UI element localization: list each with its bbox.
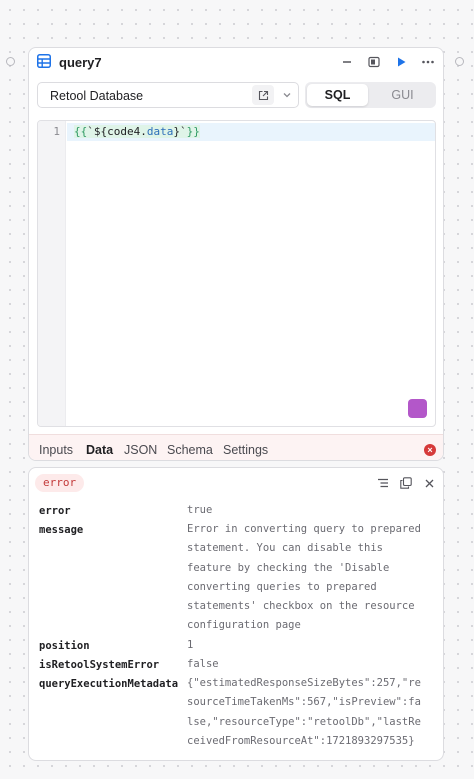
- result-key-position: position: [39, 640, 90, 652]
- code-template-open: ${: [93, 125, 108, 138]
- result-value-system-error: false: [187, 658, 219, 670]
- code-template-close: }: [173, 125, 180, 138]
- code-editor[interactable]: 1 {{`${code4.data}`}}: [37, 120, 436, 427]
- more-button[interactable]: [419, 53, 437, 71]
- connector-handle-right[interactable]: [455, 57, 464, 66]
- chevron-down-icon[interactable]: [282, 90, 292, 100]
- open-resource-button[interactable]: [252, 85, 274, 105]
- result-value-message: Error in converting query to prepared st…: [187, 523, 421, 632]
- tab-data[interactable]: Data: [86, 443, 113, 457]
- line-number: 1: [53, 125, 60, 138]
- list-icon: [378, 478, 388, 488]
- resource-name: Retool Database: [50, 89, 144, 103]
- result-value-position: 1: [187, 639, 194, 651]
- mode-sql-button[interactable]: SQL: [307, 84, 368, 106]
- code-line[interactable]: {{`${code4.data}`}}: [74, 125, 200, 138]
- result-key-system-error: isRetoolSystemError: [39, 659, 160, 671]
- connector-handle-left[interactable]: [6, 57, 15, 66]
- external-link-icon: [258, 90, 268, 100]
- minimize-button[interactable]: [338, 53, 356, 71]
- minimize-icon: [343, 61, 351, 63]
- result-value-execution-metadata: {"estimatedResponseSizeBytes":257,"resou…: [187, 677, 421, 747]
- query-card: query7 Retool Database SQL GUI 1 {{`${co…: [28, 47, 444, 461]
- code-tick-close: `: [180, 125, 187, 138]
- table-icon: [37, 54, 51, 68]
- line-gutter: 1: [38, 121, 66, 426]
- query-name[interactable]: query7: [59, 55, 102, 70]
- code-property: data: [146, 125, 174, 138]
- tab-settings[interactable]: Settings: [223, 443, 268, 457]
- code-close-brace: }}: [186, 125, 200, 138]
- tab-inputs[interactable]: Inputs: [39, 443, 73, 457]
- code-open-brace: {{: [74, 125, 88, 138]
- result-key-error: error: [39, 505, 71, 517]
- code-object: code4: [107, 125, 141, 138]
- tab-json[interactable]: JSON: [124, 443, 157, 457]
- run-button[interactable]: [392, 53, 410, 71]
- mode-toggle: SQL GUI: [305, 82, 436, 108]
- code-dot: .: [140, 125, 147, 138]
- result-key-execution-metadata: queryExecutionMetadata: [39, 678, 179, 690]
- result-panel: error error true message Error in conver…: [28, 467, 444, 761]
- code-tick-open: `: [87, 125, 94, 138]
- mode-gui-button[interactable]: GUI: [371, 84, 434, 106]
- close-button[interactable]: [421, 475, 437, 491]
- copy-icon: [400, 477, 412, 489]
- format-button[interactable]: [375, 475, 391, 491]
- result-key-message: message: [39, 524, 84, 536]
- play-icon: [398, 57, 406, 67]
- ai-assist-button[interactable]: [408, 399, 427, 418]
- resource-select[interactable]: Retool Database: [37, 82, 299, 108]
- tab-schema[interactable]: Schema: [167, 443, 213, 457]
- error-status-icon: ×: [424, 444, 436, 456]
- more-icon: [422, 60, 434, 64]
- status-badge: error: [35, 474, 85, 492]
- result-value-error: true: [187, 504, 213, 516]
- panel-icon: [368, 56, 380, 68]
- result-tabs: Inputs Data JSON Schema Settings ×: [29, 434, 443, 460]
- copy-button[interactable]: [398, 475, 414, 491]
- close-icon: [425, 479, 433, 487]
- query-header: query7: [29, 48, 443, 76]
- panel-toggle-button[interactable]: [365, 53, 383, 71]
